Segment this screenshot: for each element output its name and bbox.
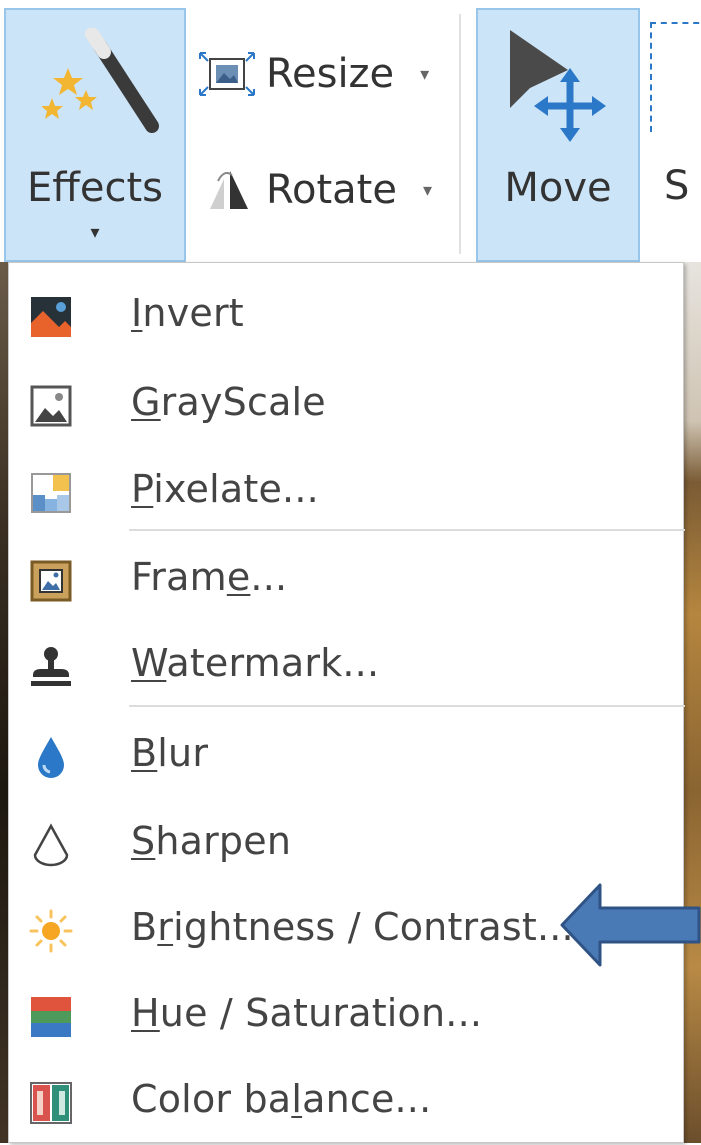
- chevron-down-icon: ▾: [422, 179, 433, 201]
- background-image: [684, 262, 701, 1143]
- hue-icon: [31, 997, 71, 1037]
- chevron-down-icon: ▾: [90, 222, 100, 243]
- menu-item-label: Color balance...: [131, 1077, 432, 1121]
- invert-icon: [31, 297, 71, 337]
- menu-item-label: Watermark...: [131, 641, 380, 685]
- menu-item-sharpen[interactable]: Sharpen: [9, 803, 683, 887]
- resize-icon: [199, 52, 255, 96]
- menu-item-hue-saturation[interactable]: Hue / Saturation...: [9, 975, 683, 1059]
- chevron-down-icon: ▾: [420, 63, 430, 85]
- effects-label: Effects: [27, 165, 163, 211]
- menu-item-grayscale[interactable]: GrayScale: [9, 364, 683, 448]
- menu-item-frame[interactable]: Frame...: [9, 539, 683, 623]
- menu-item-label: Hue / Saturation...: [131, 991, 483, 1035]
- menu-separator: [129, 529, 685, 531]
- rotate-icon: [210, 171, 248, 209]
- menu-item-blur[interactable]: Blur: [9, 715, 683, 799]
- arrow-left-icon: [560, 883, 701, 967]
- menu-item-label: Frame...: [131, 555, 288, 599]
- magic-wand-icon: [42, 28, 159, 133]
- ribbon: Effects ▾ Resize ▾ Rotate ▾ Move S: [0, 0, 701, 262]
- move-label: Move: [504, 165, 612, 211]
- move-cursor-icon: [510, 30, 606, 142]
- menu-item-watermark[interactable]: Watermark...: [9, 625, 683, 709]
- select-label: S: [664, 163, 690, 209]
- menu-item-label: GrayScale: [131, 380, 326, 424]
- menu-separator: [129, 705, 685, 707]
- rotate-button[interactable]: Rotate ▾: [196, 160, 432, 220]
- menu-item-label: Sharpen: [131, 819, 292, 863]
- menu-item-pixelate[interactable]: Pixelate...: [9, 451, 683, 535]
- sun-icon: [29, 909, 73, 953]
- ribbon-separator: [459, 14, 461, 254]
- effects-button[interactable]: Effects ▾: [4, 8, 186, 262]
- sharpen-icon: [33, 823, 69, 867]
- resize-label: Resize: [266, 51, 395, 97]
- resize-button[interactable]: Resize ▾: [196, 44, 429, 104]
- move-button[interactable]: Move: [476, 8, 640, 262]
- water-drop-icon: [38, 737, 64, 778]
- background-image: [0, 262, 8, 1143]
- select-icon[interactable]: [650, 22, 701, 132]
- grayscale-icon: [30, 385, 72, 427]
- menu-item-label: Pixelate...: [131, 467, 319, 511]
- menu-item-label: Brightness / Contrast...: [131, 905, 574, 949]
- menu-item-label: Invert: [131, 291, 244, 335]
- menu-item-color-balance[interactable]: Color balance...: [9, 1061, 683, 1145]
- menu-item-invert[interactable]: Invert: [9, 275, 683, 359]
- frame-icon: [30, 560, 72, 602]
- color-balance-icon: [30, 1082, 72, 1124]
- menu-item-label: Blur: [131, 731, 209, 775]
- pixelate-icon: [31, 473, 71, 513]
- effects-dropdown-menu: Invert GrayScale Pixelate... Frame... Wa…: [8, 262, 685, 1145]
- stamp-icon: [31, 647, 71, 686]
- rotate-label: Rotate: [266, 167, 397, 213]
